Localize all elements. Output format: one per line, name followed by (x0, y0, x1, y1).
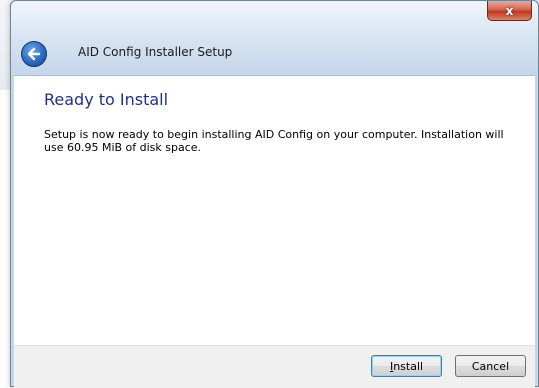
close-icon: x (505, 3, 514, 18)
cancel-button[interactable]: Cancel (455, 355, 526, 377)
button-bar: Install Cancel (14, 345, 535, 388)
install-button[interactable]: Install (371, 355, 442, 377)
back-arrow-icon (27, 47, 41, 61)
installer-window: x AID Config Installer Setup Ready to In… (10, 0, 539, 388)
close-button[interactable]: x (487, 1, 532, 21)
ready-message: Setup is now ready to begin installing A… (44, 128, 504, 154)
cancel-button-label: Cancel (471, 359, 510, 373)
title-bar (11, 1, 538, 75)
install-button-label: Install (389, 359, 424, 373)
back-button[interactable] (21, 41, 47, 67)
window-title: AID Config Installer Setup (78, 45, 233, 59)
wizard-page: Ready to Install Setup is now ready to b… (14, 75, 535, 346)
page-heading: Ready to Install (44, 90, 169, 109)
